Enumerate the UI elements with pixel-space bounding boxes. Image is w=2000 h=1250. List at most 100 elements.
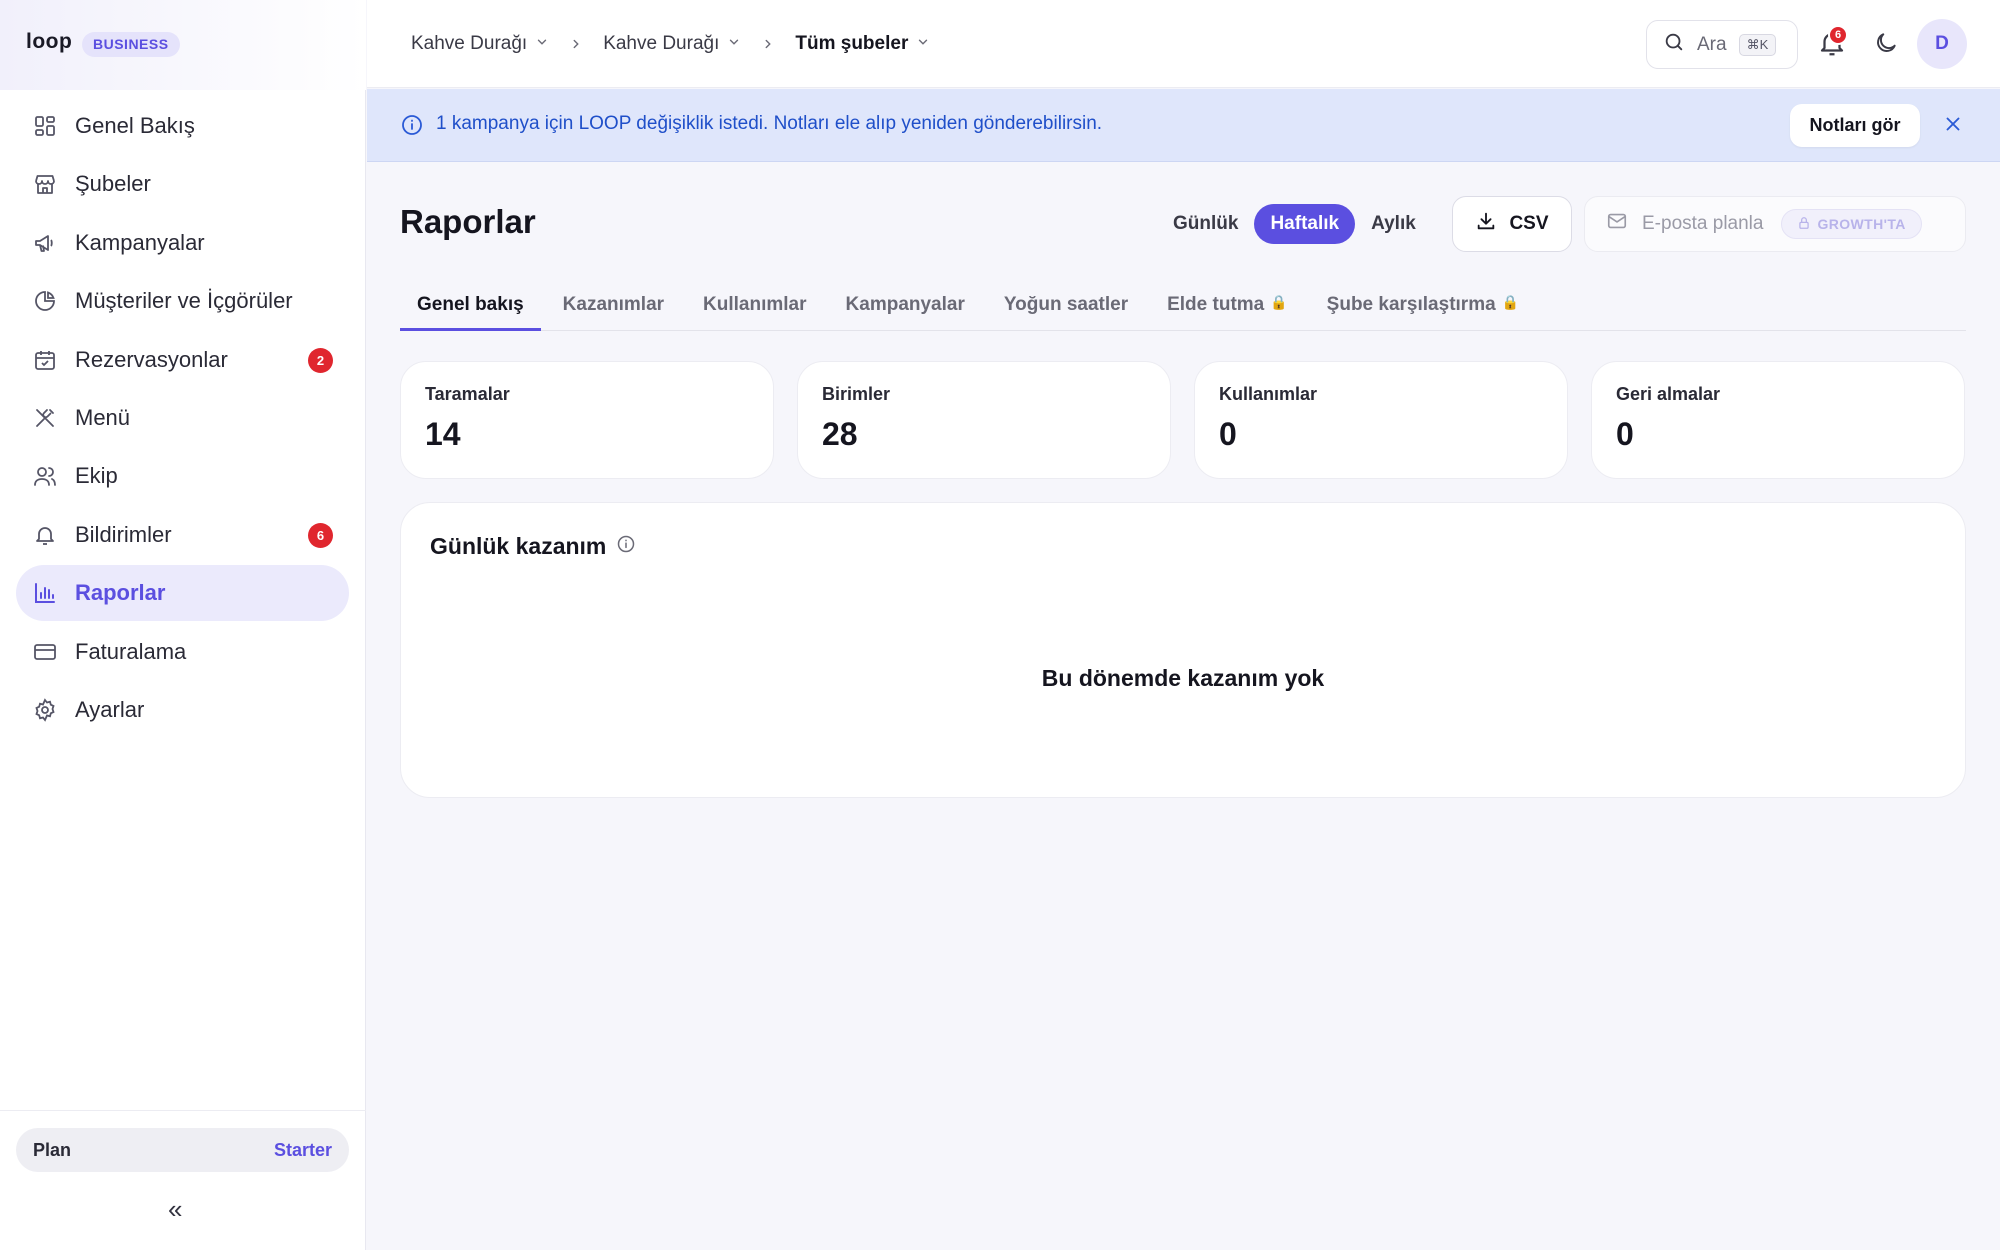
info-icon [400,113,424,142]
period-monthly[interactable]: Aylık [1355,204,1432,244]
logo: loop [26,30,73,53]
tab-campaigns[interactable]: Kampanyalar [829,284,982,331]
sidebar: loop BUSINESS Genel Bakış Şubeler Kampan… [0,0,366,1250]
collapse-sidebar-icon[interactable]: « [168,1194,182,1225]
sidebar-nav: Genel Bakış Şubeler Kampanyalar Müşteril… [16,98,349,740]
calendar-check-icon [32,347,58,373]
export-csv-button[interactable]: CSV [1452,196,1572,252]
breadcrumb-branch[interactable]: Tüm şubeler [795,33,930,55]
sidebar-item-kampanyalar[interactable]: Kampanyalar [16,215,349,271]
chevron-down-icon [727,33,741,55]
sidebar-item-label: Bildirimler [75,521,172,547]
tab-redemptions[interactable]: Kullanımlar [686,284,823,331]
mail-icon [1606,210,1628,238]
sidebar-item-faturalama[interactable]: Faturalama [16,624,349,680]
topbar: Kahve Durağı Kahve Durağı Tüm şubeler Ar… [367,0,2000,88]
tab-label: Elde tutma [1167,294,1265,315]
sidebar-item-label: Rezervasyonlar [75,346,228,372]
stat-card-reversals: Geri almalar 0 [1591,361,1965,479]
sidebar-item-menu[interactable]: Menü [16,390,349,446]
sidebar-item-label: Şubeler [75,171,151,197]
stat-cards: Taramalar 14 Birimler 28 Kullanımlar 0 G… [400,361,1965,479]
breadcrumb: Kahve Durağı Kahve Durağı Tüm şubeler [411,0,930,88]
utensils-icon [32,405,58,431]
moon-icon[interactable] [1873,30,1903,60]
page-title: Raporlar [400,203,536,240]
empty-state-text: Bu dönemde kazanım yok [1041,665,1325,691]
stat-label: Birimler [822,384,891,404]
view-notes-button[interactable]: Notları gör [1790,104,1920,147]
plan-indicator[interactable]: Plan Starter [16,1128,349,1172]
tab-branch-comparison[interactable]: Şube karşılaştırma 🔒 [1310,284,1536,331]
sidebar-item-bildirimler[interactable]: Bildirimler 6 [16,507,349,563]
tab-label: Yoğun saatler [1003,294,1129,315]
lock-icon: 🔒 [1501,294,1520,310]
sidebar-item-subeler[interactable]: Şubeler [16,156,349,212]
stat-value: 0 [1219,416,1237,452]
chevron-right-icon [761,37,775,51]
email-label: E-posta planla [1642,213,1764,234]
report-tabs: Genel bakış Kazanımlar Kullanımlar Kampa… [400,284,1966,331]
breadcrumb-label: Kahve Durağı [411,33,528,54]
stat-value: 28 [822,416,858,452]
sidebar-item-rezervasyonlar[interactable]: Rezervasyonlar 2 [16,332,349,388]
search-button[interactable]: Ara ⌘K [1646,20,1798,69]
tab-peak-hours[interactable]: Yoğun saatler [987,284,1145,331]
sidebar-header: loop BUSINESS [0,0,366,90]
sidebar-item-raporlar[interactable]: Raporlar [16,565,349,622]
breadcrumb-business[interactable]: Kahve Durağı [411,33,549,55]
notifications-count-badge: 6 [308,522,333,548]
search-icon [1663,31,1685,58]
breadcrumb-brand[interactable]: Kahve Durağı [603,33,741,55]
stat-label: Taramalar [425,384,510,404]
growth-lock-badge: GROWTH'TA [1781,209,1922,239]
sidebar-item-ekip[interactable]: Ekip [16,448,349,504]
sidebar-item-label: Faturalama [75,638,187,664]
lock-icon: 🔒 [1270,294,1288,310]
schedule-email-button[interactable]: E-posta planla GROWTH'TA [1584,196,1966,252]
sidebar-item-musteriler[interactable]: Müşteriler ve İçgörüler [16,273,349,329]
stat-value: 0 [1616,416,1634,452]
info-banner: 1 kampanya için LOOP değişiklik istedi. … [367,89,2000,162]
tab-overview[interactable]: Genel bakış [400,284,541,331]
tab-retention[interactable]: Elde tutma 🔒 [1150,284,1305,331]
period-daily[interactable]: Günlük [1157,204,1254,244]
csv-label: CSV [1509,213,1549,234]
sidebar-item-label: Raporlar [75,580,166,606]
notifications-count-badge: 6 [1828,25,1848,45]
breadcrumb-label: Tüm şubeler [795,33,909,54]
chevron-down-icon [535,33,549,55]
stat-label: Kullanımlar [1219,384,1318,404]
sidebar-item-label: Ayarlar [75,696,145,722]
tab-label: Kullanımlar [703,294,807,315]
close-icon[interactable] [1942,113,1964,140]
business-badge: BUSINESS [82,32,180,57]
info-icon[interactable] [616,533,636,560]
tab-acquisitions[interactable]: Kazanımlar [546,284,681,331]
download-icon [1475,210,1497,238]
sidebar-item-genel-bakis[interactable]: Genel Bakış [16,98,349,154]
sidebar-item-label: Menü [75,404,131,430]
avatar[interactable]: D [1917,19,1967,69]
tab-label: Genel bakış [417,294,524,315]
plan-value: Starter [273,1139,332,1160]
search-shortcut: ⌘K [1738,33,1777,56]
bar-chart-icon [32,580,58,606]
stat-card-scans: Taramalar 14 [400,361,774,479]
breadcrumb-label: Kahve Durağı [603,33,720,54]
chevron-right-icon [569,37,583,51]
tab-label: Şube karşılaştırma [1326,294,1496,315]
period-toggle: Günlük Haftalık Aylık [1157,204,1432,244]
sidebar-item-label: Müşteriler ve İçgörüler [75,288,293,314]
users-icon [32,463,58,489]
store-icon [32,171,58,197]
stat-card-units: Birimler 28 [797,361,1171,479]
chevron-down-icon [916,33,930,55]
gear-icon [32,697,58,723]
pie-chart-icon [32,288,58,314]
megaphone-icon [32,230,58,256]
period-weekly[interactable]: Haftalık [1254,204,1356,244]
card-title: Günlük kazanım [430,533,636,560]
reservations-count-badge: 2 [308,347,333,373]
sidebar-item-ayarlar[interactable]: Ayarlar [16,682,349,738]
